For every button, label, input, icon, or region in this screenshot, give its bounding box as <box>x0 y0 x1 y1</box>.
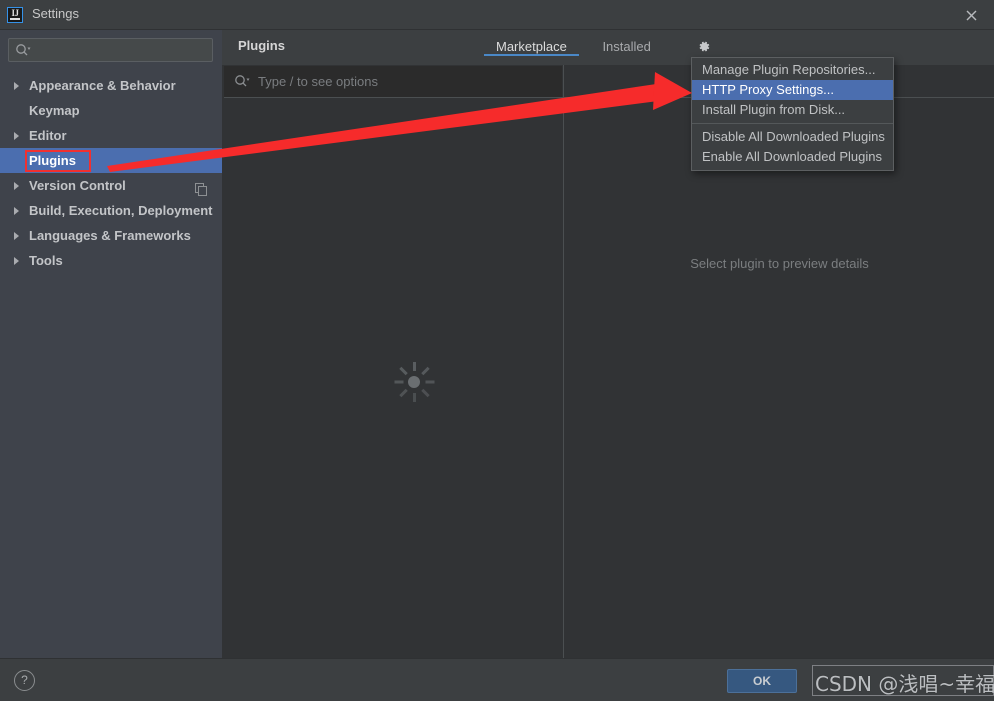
csdn-watermark: CSDN @浅唱~幸福 <box>815 672 994 696</box>
plugins-settings-button[interactable] <box>693 36 713 56</box>
settings-sidebar: Appearance & Behavior Keymap Editor Plug… <box>0 30 222 658</box>
sidebar-item-languages-frameworks[interactable]: Languages & Frameworks <box>0 223 222 248</box>
sidebar-item-plugins[interactable]: Plugins <box>0 148 222 173</box>
menu-item-install-plugin-from-disk[interactable]: Install Plugin from Disk... <box>692 100 893 120</box>
detail-empty-message: Select plugin to preview details <box>690 256 869 271</box>
chevron-right-icon <box>14 82 19 90</box>
sidebar-item-label: Version Control <box>29 178 126 193</box>
sidebar-item-keymap[interactable]: Keymap <box>0 98 222 123</box>
loading-spinner <box>392 360 436 404</box>
help-button[interactable]: ? <box>14 670 35 691</box>
gear-icon <box>699 41 709 51</box>
sidebar-item-editor[interactable]: Editor <box>0 123 222 148</box>
chevron-right-icon <box>14 132 19 140</box>
menu-item-enable-all-downloaded-plugins[interactable]: Enable All Downloaded Plugins <box>692 147 893 167</box>
close-button[interactable] <box>948 0 994 30</box>
plugins-tabbar: Marketplace Installed <box>480 30 667 65</box>
title-bar: IJ Settings <box>0 0 994 30</box>
plugin-list-pane <box>222 98 564 658</box>
plugin-detail-pane: Select plugin to preview details <box>565 98 994 658</box>
sidebar-item-build-execution-deployment[interactable]: Build, Execution, Deployment <box>0 198 222 223</box>
chevron-right-icon <box>14 232 19 240</box>
page-title: Plugins <box>238 38 285 53</box>
chevron-right-icon <box>14 182 19 190</box>
pane-divider[interactable] <box>563 65 564 658</box>
search-icon <box>15 43 31 60</box>
sidebar-item-appearance-behavior[interactable]: Appearance & Behavior <box>0 73 222 98</box>
settings-search-input[interactable] <box>8 38 213 62</box>
tab-marketplace[interactable]: Marketplace <box>480 30 583 56</box>
chevron-right-icon <box>14 207 19 215</box>
sidebar-item-label: Plugins <box>29 153 76 168</box>
sidebar-item-version-control[interactable]: Version Control <box>0 173 222 198</box>
ok-button[interactable]: OK <box>727 669 797 693</box>
plugin-search-input[interactable]: Type / to see options <box>224 66 562 98</box>
close-icon <box>966 10 976 20</box>
search-icon <box>234 74 250 91</box>
intellij-idea-icon: IJ <box>7 7 23 23</box>
menu-separator <box>692 123 893 124</box>
settings-tree: Appearance & Behavior Keymap Editor Plug… <box>0 73 222 273</box>
tab-installed[interactable]: Installed <box>586 30 666 56</box>
plugin-settings-menu: Manage Plugin Repositories... HTTP Proxy… <box>691 57 894 171</box>
sidebar-item-label: Build, Execution, Deployment <box>29 203 213 218</box>
sidebar-item-label: Editor <box>29 128 67 143</box>
sidebar-item-tools[interactable]: Tools <box>0 248 222 273</box>
menu-item-http-proxy-settings[interactable]: HTTP Proxy Settings... <box>692 80 893 100</box>
sidebar-item-label: Languages & Frameworks <box>29 228 191 243</box>
plugin-search-placeholder: Type / to see options <box>258 74 378 89</box>
sidebar-item-label: Tools <box>29 253 63 268</box>
sidebar-item-label: Appearance & Behavior <box>29 78 176 93</box>
sidebar-item-label: Keymap <box>29 103 80 118</box>
copy-icon <box>195 179 208 196</box>
menu-item-manage-plugin-repositories[interactable]: Manage Plugin Repositories... <box>692 60 893 80</box>
window-title: Settings <box>32 6 79 21</box>
menu-item-disable-all-downloaded-plugins[interactable]: Disable All Downloaded Plugins <box>692 127 893 147</box>
chevron-right-icon <box>14 257 19 265</box>
settings-dialog: IJ Settings Appearance & Behavior Keymap… <box>0 0 994 701</box>
